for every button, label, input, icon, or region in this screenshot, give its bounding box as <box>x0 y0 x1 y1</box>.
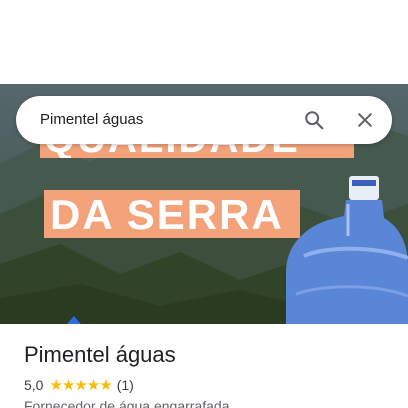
place-category: Fornecedor de água engarrafada <box>24 398 230 408</box>
rating-row[interactable]: 5,0 ★★★★★ (1) <box>24 376 134 394</box>
search-input[interactable]: Pimentel águas <box>40 111 143 128</box>
close-icon[interactable] <box>353 108 377 132</box>
search-icon[interactable] <box>302 108 326 132</box>
banner-bottom: DA SERRA <box>44 190 300 238</box>
rating-value: 5,0 <box>24 377 44 393</box>
water-jug-image <box>286 176 408 324</box>
rating-stars-icon: ★★★★★ <box>49 377 112 394</box>
marker-icon <box>67 316 81 324</box>
review-count[interactable]: (1) <box>117 377 134 393</box>
place-name: Pimentel águas <box>24 342 176 367</box>
search-bar[interactable]: Pimentel águas <box>16 96 392 144</box>
top-area <box>0 0 408 84</box>
